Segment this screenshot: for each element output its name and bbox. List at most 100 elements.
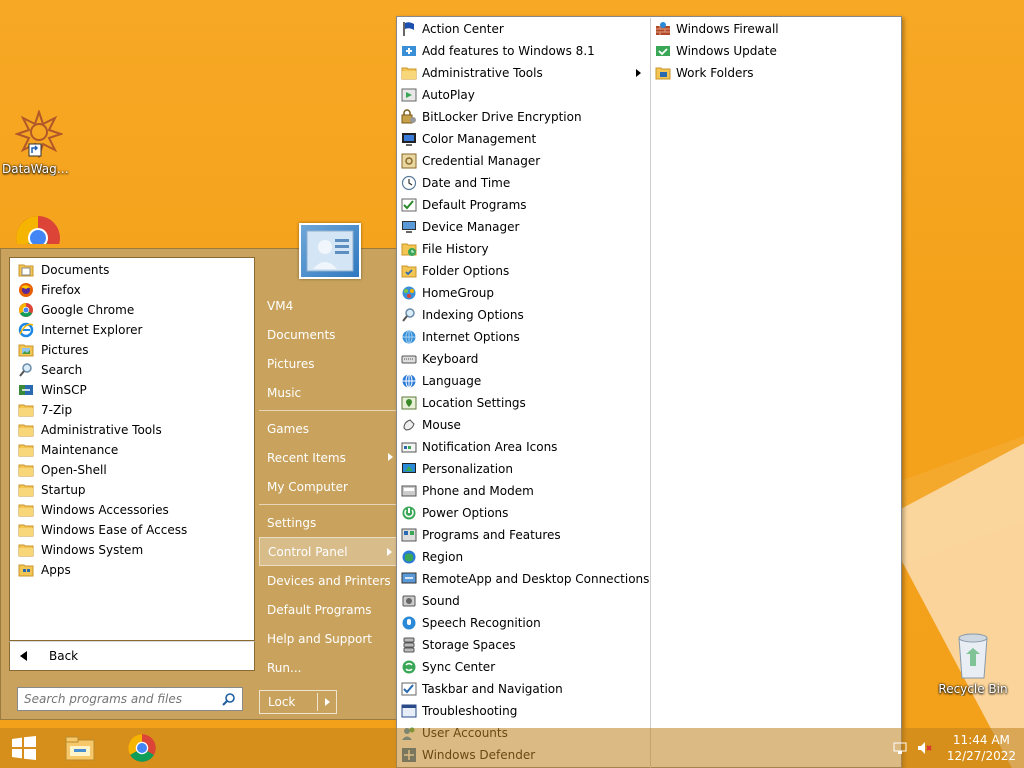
network-icon[interactable]	[893, 741, 907, 755]
cp-item-autoplay[interactable]: AutoPlay	[397, 84, 649, 106]
program-item-7-zip[interactable]: 7-Zip	[10, 400, 254, 420]
taskbar: 11:44 AM 12/27/2022	[0, 728, 1024, 768]
cp-item-device-manager[interactable]: Device Manager	[397, 216, 649, 238]
taskbar-file-explorer[interactable]	[60, 732, 100, 764]
start-menu: Documents Firefox Google Chrome Internet Ex…	[0, 223, 399, 720]
cp-item-work-folders[interactable]: Work Folders	[651, 62, 902, 84]
lock-button[interactable]: Lock	[259, 690, 337, 714]
user-picture[interactable]	[299, 223, 361, 279]
program-item-internet-explorer[interactable]: Internet Explorer	[10, 320, 254, 340]
program-label: WinSCP	[41, 383, 87, 397]
menu-item-settings[interactable]: Settings	[259, 508, 399, 537]
menu-item-my-computer[interactable]: My Computer	[259, 472, 399, 501]
cp-item-windows-update[interactable]: Windows Update	[651, 40, 902, 62]
apps-icon	[18, 562, 34, 578]
cp-item-internet-options[interactable]: Internet Options	[397, 326, 649, 348]
program-item-windows-system[interactable]: Windows System	[10, 540, 254, 560]
flag-icon	[401, 21, 417, 37]
add-features-icon	[401, 43, 417, 59]
lock-options-arrow-icon[interactable]	[325, 698, 330, 706]
cp-item-troubleshooting[interactable]: Troubleshooting	[397, 700, 649, 722]
menu-item-default-programs[interactable]: Default Programs	[259, 595, 399, 624]
cp-item-phone-and-modem[interactable]: Phone and Modem	[397, 480, 649, 502]
menu-item-pictures[interactable]: Pictures	[259, 349, 399, 378]
desktop-chrome-icon[interactable]	[14, 214, 62, 244]
search-input[interactable]	[24, 692, 222, 706]
chrome-icon	[16, 216, 60, 244]
menu-item-run[interactable]: Run...	[259, 653, 399, 682]
cp-item-bitlocker-drive-encryption[interactable]: BitLocker Drive Encryption	[397, 106, 649, 128]
cp-item-indexing-options[interactable]: Indexing Options	[397, 304, 649, 326]
cp-item-programs-and-features[interactable]: Programs and Features	[397, 524, 649, 546]
menu-item-label: Default Programs	[267, 602, 372, 617]
datawagon-icon	[15, 110, 63, 158]
cp-item-default-programs[interactable]: Default Programs	[397, 194, 649, 216]
clock[interactable]: 11:44 AM 12/27/2022	[947, 732, 1016, 764]
menu-item-music[interactable]: Music	[259, 378, 399, 407]
program-item-maintenance[interactable]: Maintenance	[10, 440, 254, 460]
cp-item-credential-manager[interactable]: Credential Manager	[397, 150, 649, 172]
program-item-open-shell[interactable]: Open-Shell	[10, 460, 254, 480]
desktop-icon-recycle-bin[interactable]: Recycle Bin	[936, 630, 1010, 696]
menu-item-vm4[interactable]: VM4	[259, 291, 399, 320]
program-item-documents[interactable]: Documents	[10, 260, 254, 280]
cp-item-folder-options[interactable]: Folder Options	[397, 260, 649, 282]
cp-item-homegroup[interactable]: HomeGroup	[397, 282, 649, 304]
cp-item-remoteapp-and-desktop-connections[interactable]: RemoteApp and Desktop Connections	[397, 568, 649, 590]
menu-item-devices-and-printers[interactable]: Devices and Printers	[259, 566, 399, 595]
cp-item-personalization[interactable]: Personalization	[397, 458, 649, 480]
cp-item-date-and-time[interactable]: Date and Time	[397, 172, 649, 194]
program-item-apps[interactable]: Apps	[10, 560, 254, 580]
program-item-google-chrome[interactable]: Google Chrome	[10, 300, 254, 320]
menu-item-recent-items[interactable]: Recent Items	[259, 443, 399, 472]
program-item-administrative-tools[interactable]: Administrative Tools	[10, 420, 254, 440]
menu-item-control-panel[interactable]: Control Panel	[259, 537, 399, 566]
program-item-windows-accessories[interactable]: Windows Accessories	[10, 500, 254, 520]
menu-item-label: Documents	[267, 327, 336, 342]
desktop-icon-datawagon[interactable]: DataWagon...	[2, 110, 76, 176]
cp-item-speech-recognition[interactable]: Speech Recognition	[397, 612, 649, 634]
cp-item-storage-spaces[interactable]: Storage Spaces	[397, 634, 649, 656]
cp-item-color-management[interactable]: Color Management	[397, 128, 649, 150]
cp-item-mouse[interactable]: Mouse	[397, 414, 649, 436]
start-button[interactable]	[0, 728, 48, 768]
program-item-pictures[interactable]: Pictures	[10, 340, 254, 360]
windows-logo-icon	[12, 736, 36, 760]
taskbar-chrome[interactable]	[122, 732, 162, 764]
folder-icon	[18, 462, 34, 478]
search-icon[interactable]	[222, 692, 236, 706]
search-box[interactable]	[17, 687, 243, 711]
lock-divider	[317, 693, 318, 711]
cp-item-power-options[interactable]: Power Options	[397, 502, 649, 524]
cp-item-sync-center[interactable]: Sync Center	[397, 656, 649, 678]
back-label: Back	[49, 649, 79, 663]
cp-item-location-settings[interactable]: Location Settings	[397, 392, 649, 414]
cp-item-add-features-to-windows-8-1[interactable]: Add features to Windows 8.1	[397, 40, 649, 62]
volume-muted-icon[interactable]	[917, 741, 933, 755]
program-item-winscp[interactable]: WinSCP	[10, 380, 254, 400]
cp-item-label: Keyboard	[422, 352, 479, 366]
menu-item-help-and-support[interactable]: Help and Support	[259, 624, 399, 653]
cp-item-language[interactable]: Language	[397, 370, 649, 392]
cp-item-label: RemoteApp and Desktop Connections	[422, 572, 650, 586]
folder-icon	[18, 542, 34, 558]
program-item-startup[interactable]: Startup	[10, 480, 254, 500]
cp-item-keyboard[interactable]: Keyboard	[397, 348, 649, 370]
documents-icon	[18, 262, 34, 278]
program-item-firefox[interactable]: Firefox	[10, 280, 254, 300]
menu-item-games[interactable]: Games	[259, 414, 399, 443]
cp-item-taskbar-and-navigation[interactable]: Taskbar and Navigation	[397, 678, 649, 700]
menu-item-documents[interactable]: Documents	[259, 320, 399, 349]
back-button[interactable]: Back	[9, 641, 255, 671]
program-item-windows-ease-of-access[interactable]: Windows Ease of Access	[10, 520, 254, 540]
cp-item-sound[interactable]: Sound	[397, 590, 649, 612]
cp-item-administrative-tools[interactable]: Administrative Tools	[397, 62, 649, 84]
cp-item-region[interactable]: Region	[397, 546, 649, 568]
menu-item-label: Recent Items	[267, 450, 346, 465]
cp-item-action-center[interactable]: Action Center	[397, 18, 649, 40]
program-item-search[interactable]: Search	[10, 360, 254, 380]
cp-item-notification-area-icons[interactable]: Notification Area Icons	[397, 436, 649, 458]
program-label: Startup	[41, 483, 86, 497]
cp-item-windows-firewall[interactable]: Windows Firewall	[651, 18, 902, 40]
cp-item-file-history[interactable]: File History	[397, 238, 649, 260]
